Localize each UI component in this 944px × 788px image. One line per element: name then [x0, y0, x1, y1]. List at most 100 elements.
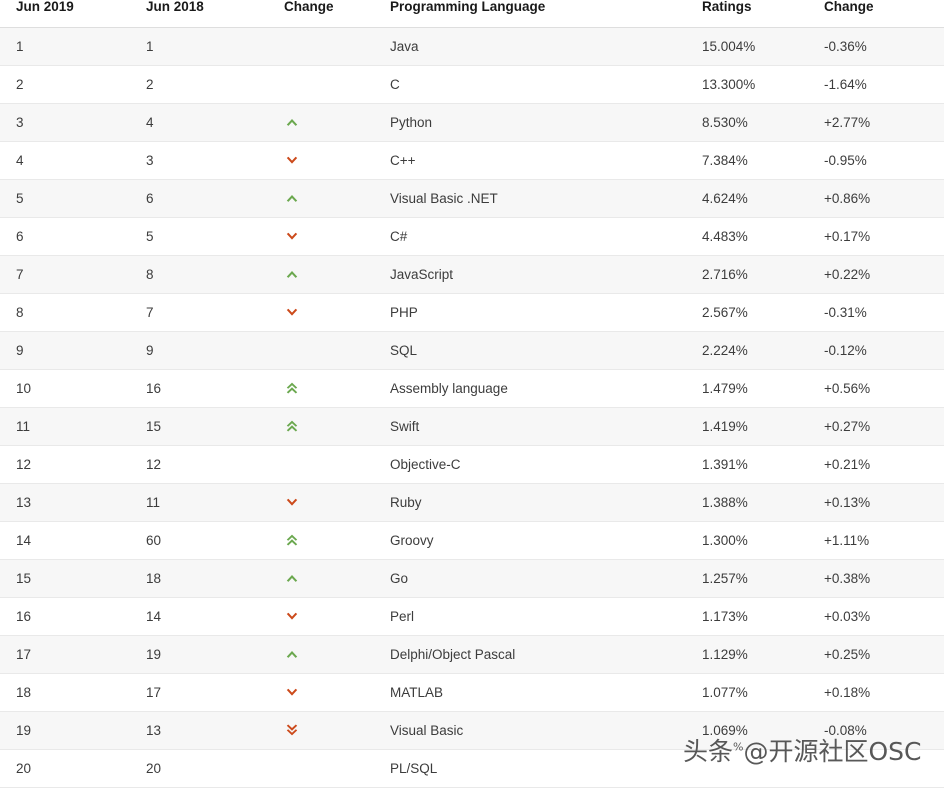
- cell-change-delta: +0.86%: [810, 179, 944, 218]
- cell-rank-jun-2018: 16: [134, 369, 262, 408]
- cell-change-arrow: [262, 407, 376, 446]
- table-row: 15 18 Go 1.257% +0.38%: [0, 559, 944, 598]
- cell-change-delta: +0.25%: [810, 635, 944, 674]
- chevron-double-up-icon: [284, 418, 300, 434]
- chevron-down-icon: [284, 608, 300, 624]
- cell-rank-jun-2018: 1: [134, 27, 262, 66]
- no-change-icon: [284, 757, 300, 773]
- chevron-up-icon: [284, 646, 300, 662]
- no-change-icon: [284, 35, 300, 51]
- cell-rank-jun-2018: 11: [134, 483, 262, 522]
- table-row: 14 60 Groovy 1.300% +1.11%: [0, 521, 944, 560]
- cell-ratings: 4.483%: [688, 217, 810, 256]
- cell-rank-jun-2019: 2: [0, 65, 134, 104]
- cell-change-delta: +0.22%: [810, 255, 944, 294]
- table-header: Jun 2019 Jun 2018 Change Programming Lan…: [0, 0, 944, 28]
- cell-change-delta: -1.64%: [810, 65, 944, 104]
- cell-change-delta: +1.11%: [810, 521, 944, 560]
- cell-programming-language: Visual Basic: [376, 711, 688, 750]
- cell-rank-jun-2019: 7: [0, 255, 134, 294]
- chevron-up-icon: [284, 190, 300, 206]
- no-change-icon: [284, 73, 300, 89]
- cell-change-delta: -0.12%: [810, 331, 944, 370]
- cell-rank-jun-2018: 5: [134, 217, 262, 256]
- cell-programming-language: Go: [376, 559, 688, 598]
- cell-rank-jun-2018: 14: [134, 597, 262, 636]
- cell-rank-jun-2019: 17: [0, 635, 134, 674]
- cell-rank-jun-2019: 19: [0, 711, 134, 750]
- no-change-icon: [284, 453, 300, 469]
- cell-rank-jun-2019: 11: [0, 407, 134, 446]
- cell-rank-jun-2019: 20: [0, 749, 134, 788]
- cell-change-arrow: [262, 255, 376, 294]
- cell-rank-jun-2019: 12: [0, 445, 134, 484]
- cell-rank-jun-2018: 13: [134, 711, 262, 750]
- chevron-down-icon: [284, 152, 300, 168]
- cell-ratings: 1.069%: [688, 711, 810, 750]
- cell-programming-language: JavaScript: [376, 255, 688, 294]
- cell-ratings: 1.479%: [688, 369, 810, 408]
- cell-change-delta: +0.21%: [810, 445, 944, 484]
- cell-change-arrow: [262, 597, 376, 636]
- cell-rank-jun-2019: 18: [0, 673, 134, 712]
- cell-ratings: 4.624%: [688, 179, 810, 218]
- cell-rank-jun-2018: 60: [134, 521, 262, 560]
- cell-change-arrow: [262, 711, 376, 750]
- table-row: 11 15 Swift 1.419% +0.27%: [0, 407, 944, 446]
- cell-change-delta: +0.27%: [810, 407, 944, 446]
- cell-programming-language: C: [376, 65, 688, 104]
- column-header-change-delta[interactable]: Change: [810, 0, 944, 28]
- table-row: 12 12 Objective-C 1.391% +0.21%: [0, 445, 944, 484]
- cell-ratings: 1.129%: [688, 635, 810, 674]
- cell-ratings: 1.257%: [688, 559, 810, 598]
- cell-programming-language: Java: [376, 27, 688, 66]
- column-header-ratings[interactable]: Ratings: [688, 0, 810, 28]
- cell-programming-language: Assembly language: [376, 369, 688, 408]
- cell-rank-jun-2018: 3: [134, 141, 262, 180]
- cell-change-arrow: [262, 369, 376, 408]
- cell-change-arrow: [262, 635, 376, 674]
- column-header-change-arrow[interactable]: Change: [262, 0, 376, 28]
- table-row: 1 1 Java 15.004% -0.36%: [0, 27, 944, 66]
- cell-programming-language: Perl: [376, 597, 688, 636]
- cell-rank-jun-2019: 4: [0, 141, 134, 180]
- cell-change-delta: +0.38%: [810, 559, 944, 598]
- cell-change-arrow: [262, 217, 376, 256]
- cell-rank-jun-2019: 10: [0, 369, 134, 408]
- cell-rank-jun-2018: 4: [134, 103, 262, 142]
- table-row: 8 7 PHP 2.567% -0.31%: [0, 293, 944, 332]
- cell-rank-jun-2018: 19: [134, 635, 262, 674]
- cell-rank-jun-2019: 9: [0, 331, 134, 370]
- cell-change-delta: +0.17%: [810, 217, 944, 256]
- chevron-down-icon: [284, 228, 300, 244]
- cell-rank-jun-2019: 16: [0, 597, 134, 636]
- cell-change-arrow: [262, 521, 376, 560]
- cell-ratings: 1.077%: [688, 673, 810, 712]
- chevron-down-icon: [284, 304, 300, 320]
- cell-ratings: 1.173%: [688, 597, 810, 636]
- cell-programming-language: Groovy: [376, 521, 688, 560]
- cell-programming-language: Swift: [376, 407, 688, 446]
- column-header-jun-2018[interactable]: Jun 2018: [134, 0, 262, 28]
- cell-change-delta: +0.56%: [810, 369, 944, 408]
- cell-rank-jun-2018: 18: [134, 559, 262, 598]
- cell-change-delta: +2.77%: [810, 103, 944, 142]
- cell-ratings: 8.530%: [688, 103, 810, 142]
- cell-rank-jun-2018: 12: [134, 445, 262, 484]
- cell-ratings: 1.391%: [688, 445, 810, 484]
- cell-rank-jun-2019: 5: [0, 179, 134, 218]
- cell-ratings: 13.300%: [688, 65, 810, 104]
- table-row: 4 3 C++ 7.384% -0.95%: [0, 141, 944, 180]
- column-header-programming-language[interactable]: Programming Language: [376, 0, 688, 28]
- cell-programming-language: Delphi/Object Pascal: [376, 635, 688, 674]
- cell-change-delta: -0.36%: [810, 27, 944, 66]
- cell-change-arrow: [262, 65, 376, 104]
- table-row: 16 14 Perl 1.173% +0.03%: [0, 597, 944, 636]
- column-header-jun-2019[interactable]: Jun 2019: [0, 0, 134, 28]
- cell-rank-jun-2019: 1: [0, 27, 134, 66]
- table-body: 1 1 Java 15.004% -0.36% 2 2 C 13.300% -1.64% 3 4 Pyt…: [0, 27, 944, 788]
- cell-rank-jun-2018: 17: [134, 673, 262, 712]
- cell-ratings: 2.567%: [688, 293, 810, 332]
- cell-change-arrow: [262, 103, 376, 142]
- cell-ratings: 7.384%: [688, 141, 810, 180]
